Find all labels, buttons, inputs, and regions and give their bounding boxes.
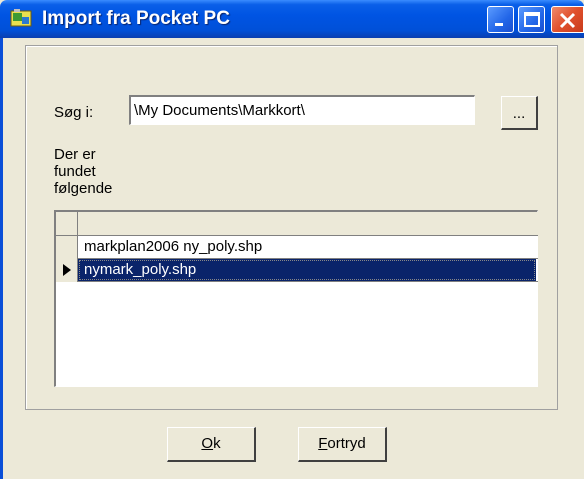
current-row-arrow-icon xyxy=(63,264,71,276)
window-frame xyxy=(0,38,3,479)
title-bar[interactable]: Import fra Pocket PC xyxy=(0,0,584,38)
search-label: Søg i: xyxy=(54,104,94,121)
table-row[interactable]: markplan2006 ny_poly.shp xyxy=(56,236,538,259)
path-input[interactable] xyxy=(129,95,475,125)
close-icon xyxy=(559,12,576,29)
table-row[interactable]: nymark_poly.shp xyxy=(56,259,538,282)
file-name-cell[interactable]: markplan2006 ny_poly.shp xyxy=(78,236,536,258)
ok-button[interactable]: Ok xyxy=(167,427,256,462)
browse-button[interactable]: ... xyxy=(501,96,538,130)
grid-corner xyxy=(56,212,78,236)
close-button[interactable] xyxy=(551,6,584,33)
window-title: Import fra Pocket PC xyxy=(42,8,230,29)
import-dialog: Import fra Pocket PC Søg i: ... Der er f… xyxy=(0,0,584,479)
row-selector[interactable] xyxy=(56,259,78,282)
minimize-button[interactable] xyxy=(487,6,514,33)
file-grid[interactable]: markplan2006 ny_poly.shp nymark_poly.shp xyxy=(54,210,538,387)
maximize-icon xyxy=(524,12,540,27)
row-selector[interactable] xyxy=(56,236,78,259)
minimize-icon xyxy=(495,23,503,26)
grid-header xyxy=(56,212,538,236)
file-name-cell[interactable]: nymark_poly.shp xyxy=(78,259,536,281)
maximize-button[interactable] xyxy=(518,6,545,33)
found-label: Der er fundet følgende xyxy=(54,146,113,197)
cancel-button[interactable]: Fortryd xyxy=(298,427,387,462)
app-icon xyxy=(10,8,32,28)
